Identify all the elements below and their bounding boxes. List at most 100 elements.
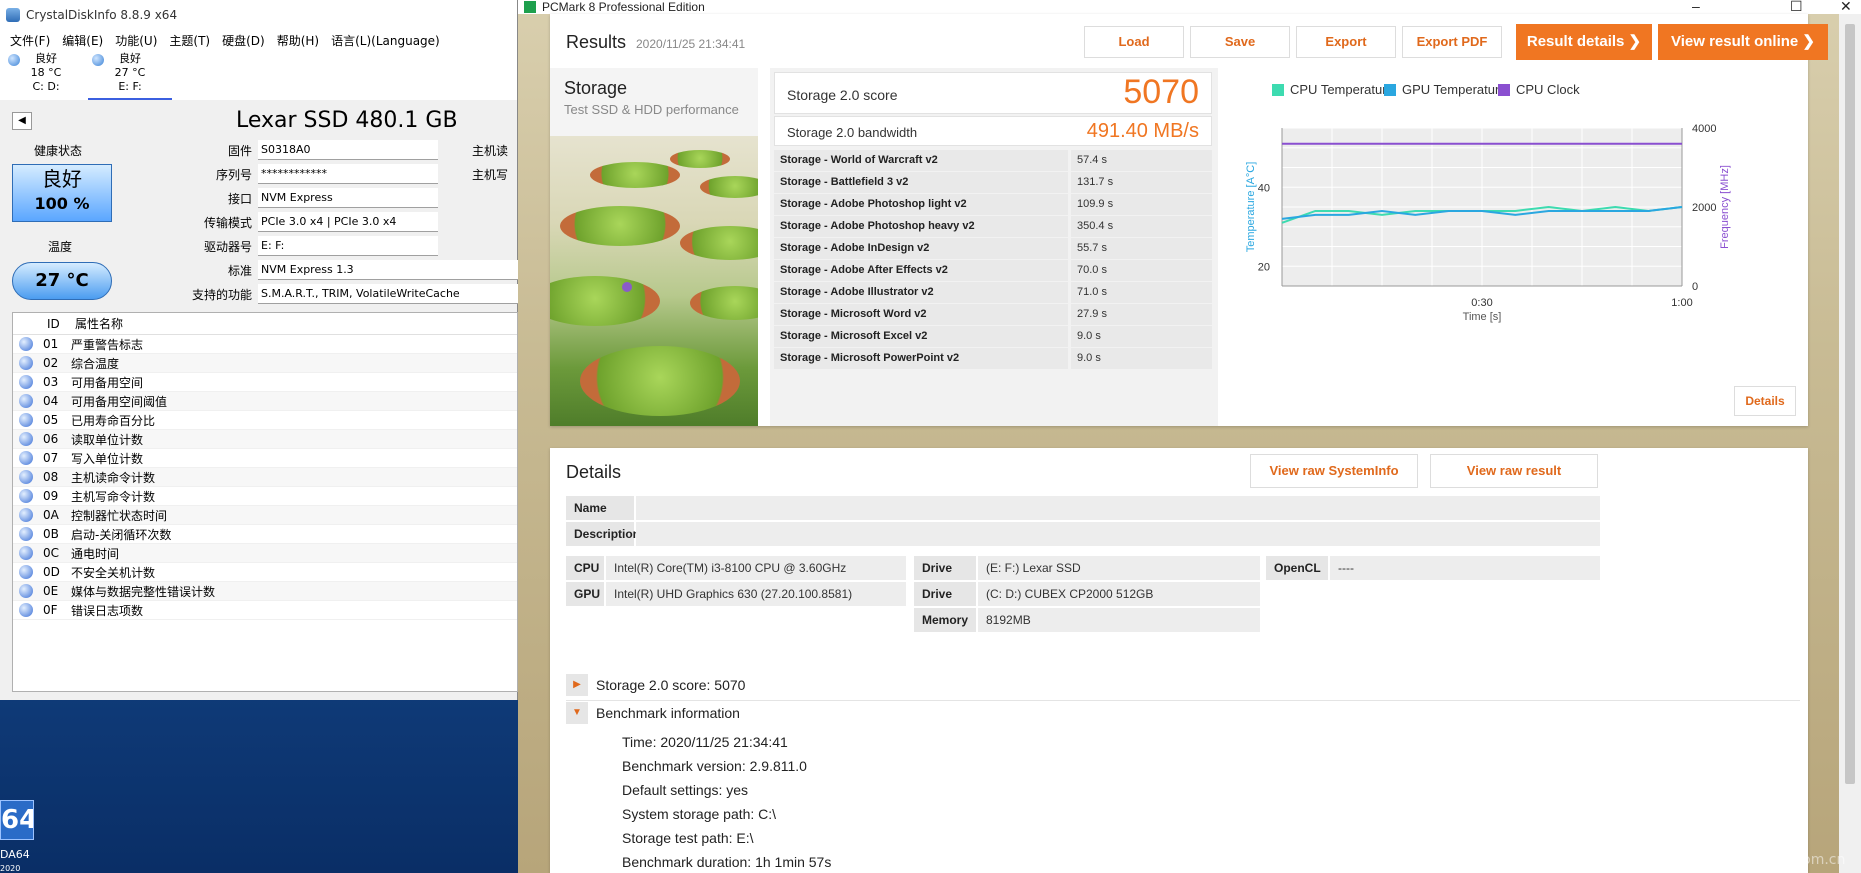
benchmark-row: Storage - Battlefield 3 v2 131.7 s — [774, 172, 1212, 193]
table-row[interactable]: 02 综合温度 — [13, 354, 517, 373]
view-result-online-button[interactable]: View result online ❯ — [1658, 24, 1828, 60]
name-label: Name — [566, 496, 634, 520]
menu-disk[interactable]: 硬盘(D) — [222, 32, 265, 49]
table-row[interactable]: 0D 不安全关机计数 — [13, 563, 517, 582]
table-row[interactable]: 0F 错误日志项数 — [13, 601, 517, 620]
field-drive-letter: 驱动器号 E: F: — [150, 236, 520, 256]
menu-language[interactable]: 语言(L)(Language) — [331, 32, 440, 49]
chart-details-button[interactable]: Details — [1734, 386, 1796, 416]
y2-tick-label: 0 — [1692, 281, 1698, 293]
cdi-app-icon — [6, 8, 20, 22]
benchmark-value: 109.9 s — [1071, 194, 1212, 215]
export-button[interactable]: Export — [1296, 26, 1396, 58]
drive-row-2: Drive (C: D:) CUBEX CP2000 512GB — [914, 582, 1260, 606]
close-icon[interactable]: ✕ — [1840, 0, 1852, 15]
field-value: ************ — [258, 164, 438, 184]
result-details-button[interactable]: Result details ❯ — [1516, 24, 1652, 60]
table-row[interactable]: 0A 控制器忙状态时间 — [13, 506, 517, 525]
storage-test-card: Storage Test SSD & HDD performance — [550, 68, 758, 426]
scrollbar-thumb[interactable] — [1845, 24, 1855, 784]
view-raw-systeminfo-button[interactable]: View raw SystemInfo — [1250, 454, 1418, 488]
view-raw-result-button[interactable]: View raw result — [1430, 454, 1598, 488]
field-value: NVM Express — [258, 188, 438, 208]
divider — [566, 700, 1800, 701]
drive-tab-cd[interactable]: 良好 18 °C C: D: — [4, 50, 88, 100]
load-button[interactable]: Load — [1084, 26, 1184, 58]
table-row[interactable]: 08 主机读命令计数 — [13, 468, 517, 487]
temp-label: 温度 — [48, 240, 73, 254]
attribute-status-icon — [19, 508, 33, 522]
benchmark-info-expander[interactable]: ▼ Benchmark information — [566, 700, 740, 726]
maximize-icon[interactable]: ☐ — [1790, 0, 1803, 15]
drive-model-title: Lexar SSD 480.1 GB — [236, 108, 458, 133]
bandwidth-value: 491.40 MB/s — [1086, 120, 1199, 142]
bench-info-duration: Benchmark duration: 1h 1min 57s — [622, 854, 832, 870]
opencl-value: ---- — [1330, 556, 1600, 580]
export-pdf-button[interactable]: Export PDF — [1402, 26, 1502, 58]
watermark-domain: .com.cn — [1790, 852, 1846, 868]
score-expander[interactable]: ▶ Storage 2.0 score: 5070 — [566, 672, 745, 698]
attribute-status-icon — [19, 470, 33, 484]
pcm-titlebar[interactable]: PCMark 8 Professional Edition – ☐ ✕ — [518, 0, 1861, 14]
menu-function[interactable]: 功能(U) — [115, 32, 157, 49]
attribute-status-icon — [19, 489, 33, 503]
attribute-id: 08 — [43, 470, 59, 484]
field-value: PCIe 3.0 x4 | PCIe 3.0 x4 — [258, 212, 438, 232]
minimize-icon[interactable]: – — [1692, 0, 1700, 14]
attribute-id: 0F — [43, 603, 58, 617]
menu-help[interactable]: 帮助(H) — [277, 32, 319, 49]
menu-edit[interactable]: 编辑(E) — [62, 32, 103, 49]
field-label: 序列号 — [215, 168, 252, 182]
table-row[interactable]: 0C 通电时间 — [13, 544, 517, 563]
monitoring-chart: CPU Temperature GPU Temperature CPU Cloc… — [1228, 68, 1808, 426]
save-button[interactable]: Save — [1190, 26, 1290, 58]
menu-theme[interactable]: 主题(T) — [169, 32, 210, 49]
field-label: 传输模式 — [203, 216, 252, 230]
attribute-id: 0E — [43, 584, 59, 598]
attribute-name: 可用备用空间阈值 — [71, 394, 168, 409]
benchmark-name: Storage - Adobe Photoshop heavy v2 — [774, 216, 1068, 237]
attribute-name: 启动-关闭循环次数 — [71, 527, 172, 542]
y-tick-label: 20 — [1258, 261, 1270, 273]
attribute-id: 0D — [43, 565, 60, 579]
drive-label: Drive — [914, 556, 976, 580]
table-row[interactable]: 0B 启动-关闭循环次数 — [13, 525, 517, 544]
aida64-desktop-icon[interactable]: 64 — [0, 800, 34, 840]
health-status-badge[interactable]: 良好 100 % — [12, 164, 112, 222]
field-label: 接口 — [227, 192, 252, 206]
cdi-titlebar[interactable]: CrystalDiskInfo 8.8.9 x64 — [0, 0, 517, 30]
score-expander-label: Storage 2.0 score: 5070 — [596, 677, 746, 693]
memory-label: Memory — [914, 608, 976, 632]
field-transfer-mode: 传输模式 PCIe 3.0 x4 | PCIe 3.0 x4 — [150, 212, 520, 232]
table-row[interactable]: 07 写入单位计数 — [13, 449, 517, 468]
test-name: Storage — [564, 78, 628, 98]
table-row[interactable]: 05 已用寿命百分比 — [13, 411, 517, 430]
x-axis-label: Time [s] — [1463, 311, 1502, 323]
benchmark-name: Storage - Microsoft PowerPoint v2 — [774, 348, 1068, 369]
table-row[interactable]: 01 严重警告标志 — [13, 335, 517, 354]
previous-drive-button[interactable]: ◀ — [12, 112, 32, 130]
drive-value: (E: F:) Lexar SSD — [978, 556, 1260, 580]
field-value: S.M.A.R.T., TRIM, VolatileWriteCache — [258, 284, 528, 304]
benchmark-value: 55.7 s — [1071, 238, 1212, 259]
table-row[interactable]: 06 读取单位计数 — [13, 430, 517, 449]
menu-file[interactable]: 文件(F) — [10, 32, 50, 49]
memory-value: 8192MB — [978, 608, 1260, 632]
vertical-scrollbar[interactable] — [1839, 14, 1861, 873]
lotus-flower — [622, 282, 632, 292]
drive-temp: 18 °C — [30, 66, 62, 79]
table-row[interactable]: 0E 媒体与数据完整性错误计数 — [13, 582, 517, 601]
table-row[interactable]: 04 可用备用空间阈值 — [13, 392, 517, 411]
pcm-app-icon — [524, 1, 536, 13]
test-description: Test SSD & HDD performance — [564, 102, 739, 117]
table-header: ID 属性名称 — [13, 313, 517, 335]
description-label: Description — [566, 522, 640, 546]
attribute-status-icon — [19, 375, 33, 389]
temperature-badge[interactable]: 27 °C — [12, 262, 112, 300]
attribute-status-icon — [19, 451, 33, 465]
table-row[interactable]: 09 主机写命令计数 — [13, 487, 517, 506]
drive-value: (C: D:) CUBEX CP2000 512GB — [978, 582, 1260, 606]
drive-tab-ef[interactable]: 良好 27 °C E: F: — [88, 50, 172, 100]
table-row[interactable]: 03 可用备用空间 — [13, 373, 517, 392]
attribute-id: 05 — [43, 413, 59, 427]
